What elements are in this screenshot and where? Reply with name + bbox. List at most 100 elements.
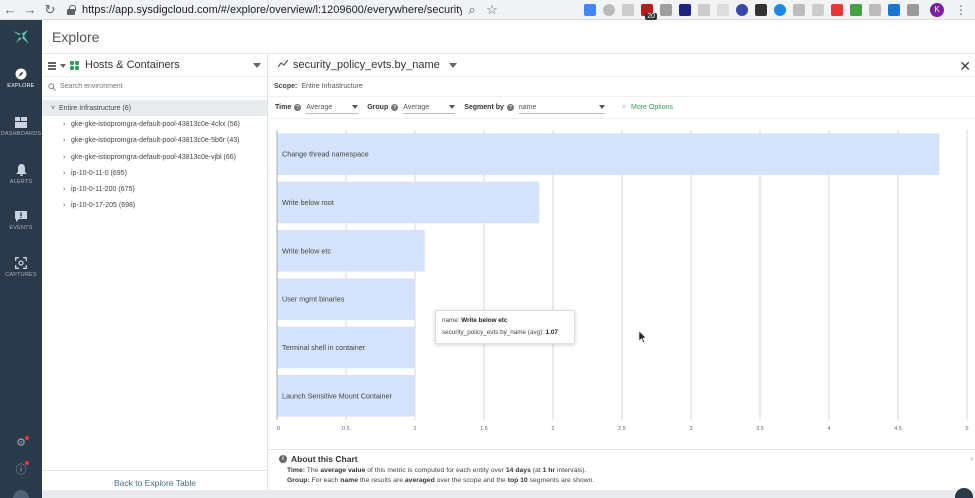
nav-captures[interactable]: CAPTURES: [0, 257, 42, 278]
sysdig-logo-icon[interactable]: [10, 26, 32, 48]
user-avatar[interactable]: [13, 490, 29, 498]
chevron-right-icon[interactable]: ›: [63, 186, 71, 193]
extension-icon[interactable]: [660, 3, 672, 16]
extension-icon[interactable]: [850, 3, 862, 16]
extension-icon[interactable]: [736, 3, 748, 16]
profile-avatar[interactable]: K: [930, 2, 944, 17]
reload-icon[interactable]: ↻: [40, 0, 60, 20]
scope-value[interactable]: Entire Infrastructure: [301, 83, 362, 90]
about-bold: 1 hr: [542, 467, 556, 474]
info-icon: i: [279, 455, 287, 463]
chevron-right-icon[interactable]: ›: [63, 137, 71, 144]
about-text: over the scope and the: [436, 477, 506, 484]
time-label: Time: [275, 104, 292, 111]
address-bar[interactable]: https://app.sysdigcloud.com/#/explore/ov…: [66, 0, 584, 20]
tree-item[interactable]: › gke-gke-istiopromgra-default-pool-43813…: [42, 116, 267, 132]
x-tick-label: 0: [277, 426, 280, 432]
grouping-selector[interactable]: Hosts & Containers: [42, 54, 267, 77]
notification-dot: [25, 436, 29, 440]
chevron-right-icon[interactable]: ›: [63, 170, 71, 177]
about-chart-box: i About this Chart Time: The average valu…: [269, 449, 975, 490]
page-header: Explore: [42, 20, 975, 54]
scope-label: Scope:: [274, 83, 298, 90]
list-view-icon[interactable]: [48, 62, 56, 70]
more-menu-icon[interactable]: ⋮: [955, 3, 967, 17]
nav-alerts[interactable]: ALERTS: [0, 164, 42, 185]
url-text[interactable]: https://app.sysdigcloud.com/#/explore/ov…: [82, 4, 462, 16]
chevron-right-icon[interactable]: ›: [63, 154, 71, 161]
nav-alerts-label: ALERTS: [9, 179, 33, 185]
help-icon[interactable]: ?: [294, 104, 302, 111]
tree-item-label: gke-gke-istiopromgra-default-pool-43813c…: [71, 120, 240, 128]
chevron-down-icon[interactable]: ˅: [51, 105, 59, 112]
browser-toolbar: ← → ↻ https://app.sysdigcloud.com/#/expl…: [0, 0, 975, 20]
about-bold: averaged: [404, 477, 435, 484]
search-input[interactable]: [60, 83, 250, 90]
tooltip-name-label: name:: [442, 317, 460, 324]
back-to-explore-table-link[interactable]: Back to Explore Table: [42, 478, 268, 488]
about-time-label: Time:: [287, 467, 306, 474]
extension-icon[interactable]: [755, 3, 767, 16]
bottom-scrollbar[interactable]: [42, 490, 975, 498]
metric-name[interactable]: security_policy_evts.by_name: [293, 59, 440, 71]
tree-item[interactable]: › ip-10-0-11-200 (675): [42, 181, 267, 197]
extension-icon[interactable]: [812, 3, 824, 16]
close-icon[interactable]: ✕: [959, 58, 971, 75]
chevron-right-icon[interactable]: ›: [63, 121, 71, 128]
nav-explore[interactable]: EXPLORE: [0, 68, 42, 89]
bar[interactable]: [277, 133, 940, 175]
extension-icon[interactable]: [679, 3, 691, 16]
tree-item[interactable]: › ip-10-0-17-205 (698): [42, 198, 267, 214]
extension-icon[interactable]: [888, 3, 900, 16]
lock-icon: [66, 4, 76, 15]
settings-gear-icon[interactable]: ⚙: [0, 436, 42, 449]
search-icon[interactable]: ⌕: [462, 0, 482, 20]
extension-icon[interactable]: [831, 3, 843, 16]
about-bold: 14 days: [505, 467, 531, 474]
extension-icon[interactable]: [698, 3, 710, 16]
nav-events-label: EVENTS: [9, 225, 33, 231]
chevron-right-icon[interactable]: ›: [970, 454, 973, 463]
extension-icon[interactable]: [793, 3, 805, 16]
bar-chart: 0 0.5 1 1.5 2 2.5 3 3.5 4 4.5 5 Change thread names…: [276, 130, 969, 436]
tree-item[interactable]: › ip-10-0-11-0 (695): [42, 165, 267, 181]
bar-label: Write below root: [282, 198, 334, 207]
time-aggregation-select[interactable]: Average: [306, 101, 359, 114]
x-tick-label: 1: [413, 426, 416, 432]
star-icon[interactable]: ☆: [482, 0, 502, 20]
extension-icon[interactable]: [622, 3, 634, 16]
extension-icon[interactable]: [717, 3, 729, 16]
about-time-line: Time: The average value of this metric i…: [279, 466, 965, 476]
chevron-right-icon[interactable]: ›: [63, 202, 71, 209]
dashboard-icon: [14, 116, 28, 128]
tree-item[interactable]: › gke-gke-istiopromgra-default-pool-43813…: [42, 149, 267, 165]
more-options-link[interactable]: × More Options: [622, 104, 673, 111]
extension-icon[interactable]: [774, 3, 786, 16]
help-icon[interactable]: ?: [391, 104, 399, 111]
tree-item-root[interactable]: ˅ Entire Infrastructure (6): [42, 100, 267, 117]
chevron-down-icon: [598, 105, 605, 109]
tree-item-label: ip-10-0-17-205 (698): [71, 202, 136, 210]
back-arrow-icon[interactable]: ←: [0, 0, 20, 20]
nav-dashboards[interactable]: DASHBOARDS: [0, 116, 42, 137]
more-options-label: More Options: [631, 104, 674, 111]
bar-label: Launch Sensitive Mount Container: [282, 391, 392, 400]
segment-by-select[interactable]: name: [518, 101, 605, 114]
calendar-extension-icon[interactable]: [641, 3, 657, 20]
chevron-down-icon[interactable]: [60, 64, 66, 68]
nav-events[interactable]: EVENTS: [0, 210, 42, 231]
help-icon[interactable]: ⓘ: [0, 461, 42, 477]
extension-icon[interactable]: [907, 3, 919, 16]
forward-arrow-icon[interactable]: →: [20, 0, 40, 20]
tree-item[interactable]: › gke-gke-istiopromgra-default-pool-43813…: [42, 133, 267, 149]
about-group-label: Group:: [287, 477, 310, 484]
extension-icon[interactable]: [869, 3, 881, 16]
extension-icon[interactable]: [584, 3, 596, 16]
group-aggregation-select[interactable]: Average: [403, 101, 456, 114]
chevron-down-icon[interactable]: [448, 62, 457, 68]
search-environment[interactable]: [42, 77, 267, 97]
extension-icon[interactable]: [603, 3, 615, 16]
metric-selector[interactable]: security_policy_evts.by_name: [269, 54, 975, 77]
help-icon[interactable]: ?: [506, 104, 514, 111]
chevron-down-icon[interactable]: [253, 62, 261, 68]
